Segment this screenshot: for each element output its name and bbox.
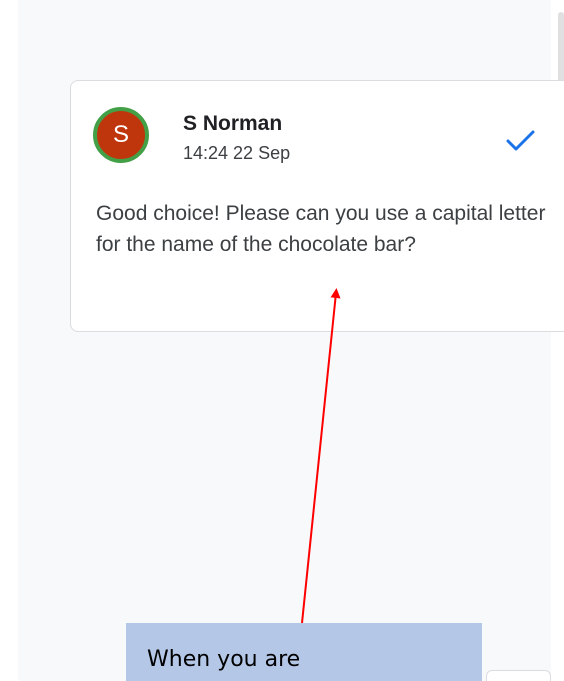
annotation-arrow xyxy=(301,288,341,624)
annotation-callout: When you are xyxy=(126,623,482,681)
callout-text: When you are xyxy=(147,647,301,672)
next-card-edge xyxy=(486,670,551,681)
